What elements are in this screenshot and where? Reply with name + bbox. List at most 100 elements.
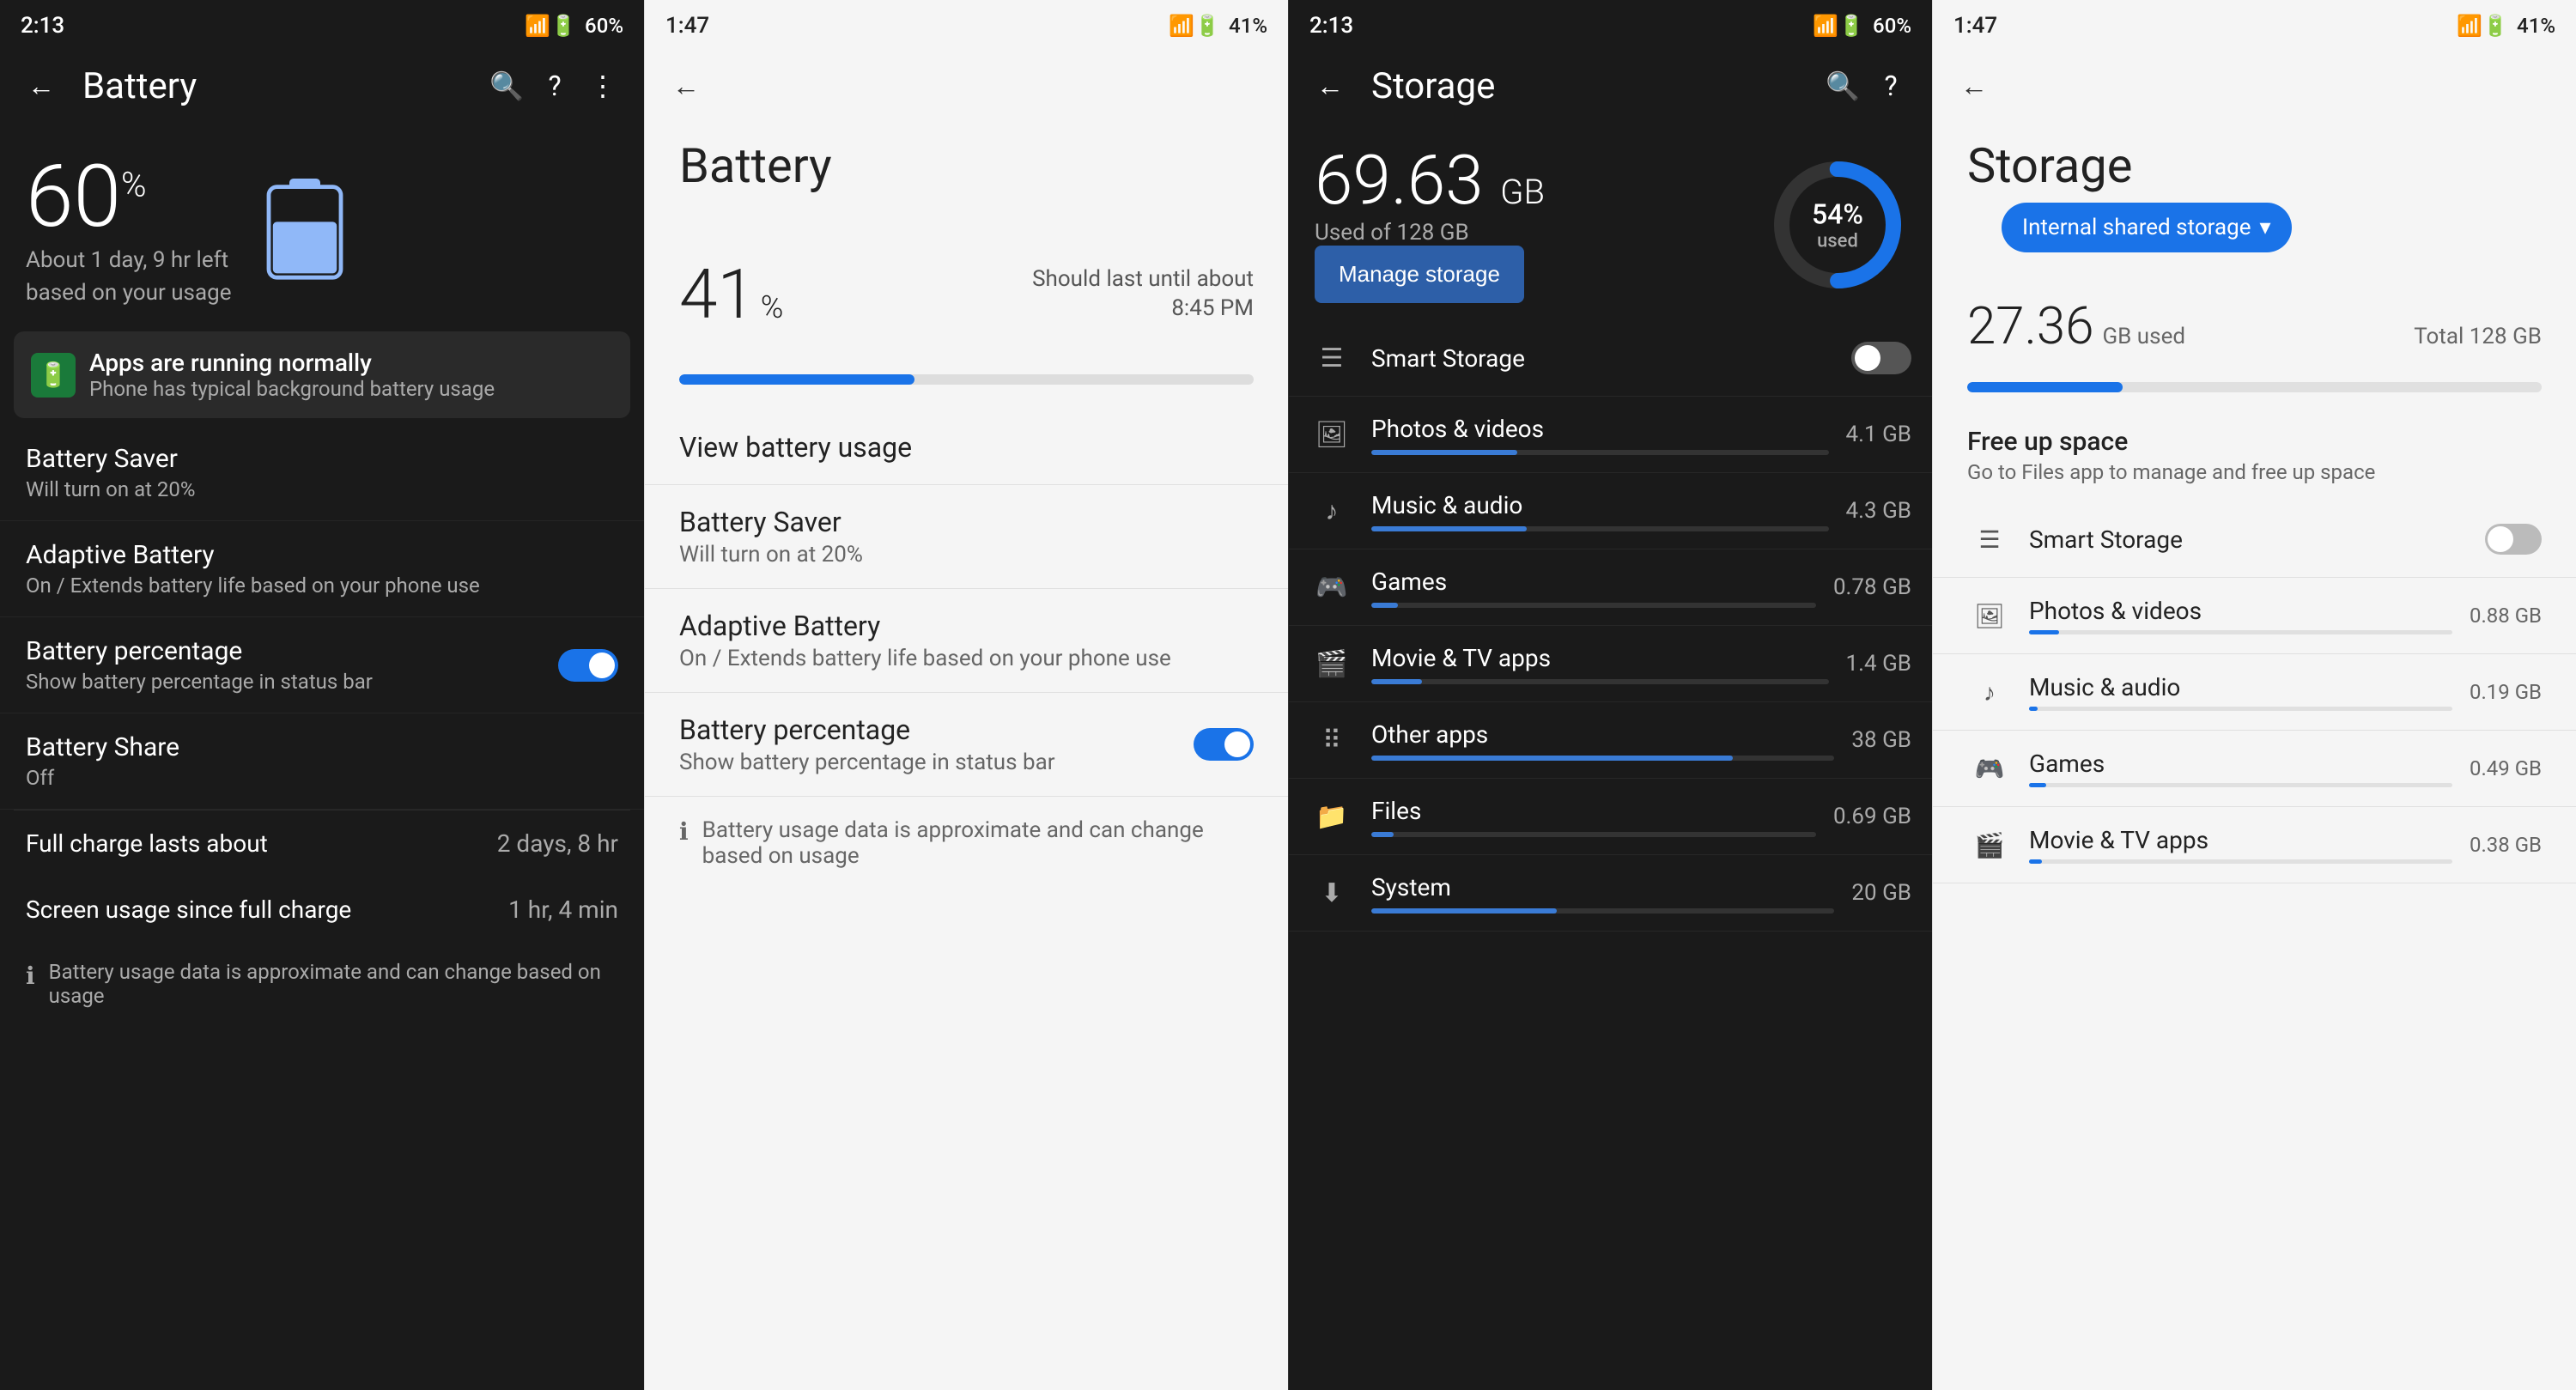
free-up-section: Free up space Go to Files app to manage … xyxy=(1933,410,2576,501)
games-item-p4[interactable]: 🎮 Games 0.49 GB xyxy=(1933,731,2576,807)
battery-subtitle2-p1: based on your usage xyxy=(26,280,232,306)
free-up-subtitle: Go to Files app to manage and free up sp… xyxy=(1967,460,2542,484)
photos-info-p4: Photos & videos xyxy=(2029,597,2452,634)
status-icons-p4: 📶🔋 xyxy=(2457,14,2508,38)
manage-storage-btn[interactable]: Manage storage xyxy=(1315,246,1524,303)
smart-storage-item-p3[interactable]: ☰ Smart Storage xyxy=(1289,320,1932,397)
view-battery-usage-item[interactable]: View battery usage xyxy=(645,410,1288,485)
status-icons-p2: 📶🔋 xyxy=(1169,14,1220,38)
battery-percentage-toggle-l[interactable] xyxy=(1194,728,1254,761)
chip-container: Internal shared storage ▾ xyxy=(1933,203,2576,278)
music-info-p4: Music & audio xyxy=(2029,673,2452,711)
storage-chip-p4[interactable]: Internal shared storage ▾ xyxy=(2002,203,2292,252)
battery-percentage-item[interactable]: Battery percentage Show battery percenta… xyxy=(0,617,644,713)
status-card-subtitle-p1: Phone has typical background battery usa… xyxy=(89,377,495,401)
music-size-p4: 0.19 GB xyxy=(2470,680,2542,704)
battery-share-item[interactable]: Battery Share Off xyxy=(0,713,644,810)
footer-text-p1: Battery usage data is approximate and ca… xyxy=(49,960,618,1008)
toggle-thumb-p3 xyxy=(1855,345,1880,371)
games-item-p3[interactable]: 🎮 Games 0.78 GB xyxy=(1289,549,1932,626)
donut-label-p3: 54% used xyxy=(1812,197,1863,252)
games-bar-p4 xyxy=(2029,783,2452,787)
music-size-p3: 4.3 GB xyxy=(1846,498,1911,524)
back-button-p3[interactable]: ← xyxy=(1306,62,1354,110)
screen-usage-value: 1 hr, 4 min xyxy=(508,895,618,924)
storage-used-p3: 69.63 GB xyxy=(1315,146,1545,215)
music-item-p3[interactable]: ♪ Music & audio 4.3 GB xyxy=(1289,473,1932,549)
battery-pct-row-l: Battery percentage Show battery percenta… xyxy=(679,713,1254,775)
other-apps-bar-p3 xyxy=(1371,756,1834,761)
status-battery-p1: 60% xyxy=(585,14,623,38)
search-button-p3[interactable]: 🔍 xyxy=(1819,62,1867,110)
smart-storage-info-p3: Smart Storage xyxy=(1371,344,1834,373)
battery-pct-p2: 41% xyxy=(679,254,783,335)
page-title-p1: Battery xyxy=(82,65,483,107)
system-item-p3[interactable]: ⬇ System 20 GB xyxy=(1289,855,1932,932)
system-icon-p3: ⬇ xyxy=(1309,871,1354,915)
files-size-p3: 0.69 GB xyxy=(1833,804,1911,829)
content-p2: Battery 41% Should last until about 8:45… xyxy=(645,120,1288,1390)
other-apps-item-p3[interactable]: ⠿ Other apps 38 GB xyxy=(1289,702,1932,779)
photos-bar-p3 xyxy=(1371,450,1829,455)
status-right-p1: 📶🔋 60% xyxy=(525,14,623,38)
movie-item-p3[interactable]: 🎬 Movie & TV apps 1.4 GB xyxy=(1289,626,1932,702)
footer-note-p1: ℹ Battery usage data is approximate and … xyxy=(0,943,644,1025)
footer-note-p2: ℹ Battery usage data is approximate and … xyxy=(645,797,1288,889)
storage-hero-p3: 69.63 GB Used of 128 GB Manage storage 5… xyxy=(1289,120,1932,320)
movie-item-p4[interactable]: 🎬 Movie & TV apps 0.38 GB xyxy=(1933,807,2576,883)
help-button-p3[interactable]: ? xyxy=(1867,62,1915,110)
battery-saver-item[interactable]: Battery Saver Will turn on at 20% xyxy=(0,425,644,521)
battery-row-p2: 41% Should last until about 8:45 PM xyxy=(679,254,1254,335)
adaptive-battery-item[interactable]: Adaptive Battery On / Extends battery li… xyxy=(0,521,644,617)
movie-icon-p4: 🎬 xyxy=(1967,822,2012,867)
other-apps-bar-fill-p3 xyxy=(1371,756,1733,761)
smart-storage-item-p4[interactable]: ☰ Smart Storage xyxy=(1933,501,2576,578)
chip-label: Internal shared storage xyxy=(2022,215,2251,240)
info-icon-p1: ℹ xyxy=(26,962,35,990)
music-bar-p4 xyxy=(2029,707,2452,711)
adaptive-battery-item-l[interactable]: Adaptive Battery On / Extends battery li… xyxy=(645,589,1288,693)
back-button-p4[interactable]: ← xyxy=(1950,62,1998,110)
battery-saver-item-l[interactable]: Battery Saver Will turn on at 20% xyxy=(645,485,1288,589)
games-bar-p3 xyxy=(1371,603,1816,608)
smart-storage-toggle-p3[interactable] xyxy=(1851,342,1911,374)
status-time-p4: 1:47 xyxy=(1953,13,1997,39)
photos-item-p4[interactable]: 🖼 Photos & videos 0.88 GB xyxy=(1933,578,2576,654)
files-item-p3[interactable]: 📁 Files 0.69 GB xyxy=(1289,779,1932,855)
files-icon-p3: 📁 xyxy=(1309,794,1354,839)
status-card-p1[interactable]: 🔋 Apps are running normally Phone has ty… xyxy=(14,331,630,418)
storage-used-row: 27.36 GB used Total 128 GB xyxy=(1967,295,2542,356)
back-button-p1[interactable]: ← xyxy=(17,62,65,110)
movie-icon-p3: 🎬 xyxy=(1309,641,1354,686)
files-info-p3: Files xyxy=(1371,797,1816,837)
system-bar-fill-p3 xyxy=(1371,908,1557,914)
games-info-p3: Games xyxy=(1371,568,1816,608)
battery-percentage-item-l[interactable]: Battery percentage Show battery percenta… xyxy=(645,693,1288,797)
help-button-p1[interactable]: ? xyxy=(531,62,579,110)
search-button-p1[interactable]: 🔍 xyxy=(483,62,531,110)
music-item-p4[interactable]: ♪ Music & audio 0.19 GB xyxy=(1933,654,2576,731)
system-info-p3: System xyxy=(1371,873,1834,914)
storage-title-p4: Storage xyxy=(1933,120,2576,203)
music-icon-p4: ♪ xyxy=(1967,670,2012,714)
panel-storage-light: 1:47 📶🔋 41% ← Storage Internal shared st… xyxy=(1932,0,2576,1390)
battery-percentage-row: Battery percentage Show battery percenta… xyxy=(26,636,618,694)
photos-size-p3: 4.1 GB xyxy=(1846,422,1911,447)
smart-storage-toggle-p4[interactable] xyxy=(2485,524,2542,555)
games-bar-fill-p4 xyxy=(2029,783,2046,787)
storage-progress-p4 xyxy=(1967,382,2542,392)
battery-percentage-toggle[interactable] xyxy=(558,649,618,682)
storage-used-light-p4: 27.36 GB used Total 128 GB xyxy=(1933,278,2576,373)
full-charge-row: Full charge lasts about 2 days, 8 hr xyxy=(0,810,644,877)
status-battery-p4: 41% xyxy=(2517,14,2555,38)
content-p3: 69.63 GB Used of 128 GB Manage storage 5… xyxy=(1289,120,1932,1390)
more-button-p1[interactable]: ⋮ xyxy=(579,62,627,110)
photos-item-p3[interactable]: 🖼 Photos & videos 4.1 GB xyxy=(1289,397,1932,473)
games-size-p4: 0.49 GB xyxy=(2470,756,2542,780)
toolbar-p3: ← Storage 🔍 ? xyxy=(1289,52,1932,120)
status-card-title-p1: Apps are running normally xyxy=(89,349,495,377)
storage-donut-p3: 54% used xyxy=(1769,156,1906,294)
music-bar-fill-p3 xyxy=(1371,526,1527,531)
back-button-p2[interactable]: ← xyxy=(662,62,710,110)
free-up-title: Free up space xyxy=(1967,427,2542,457)
